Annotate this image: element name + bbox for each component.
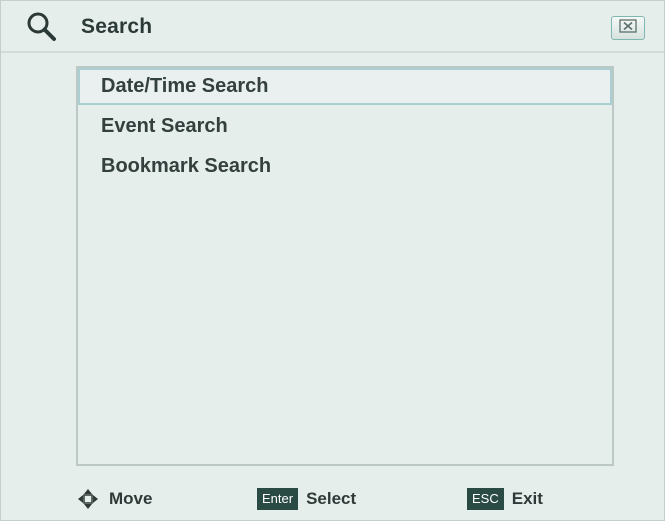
dialog-title: Search xyxy=(81,15,153,38)
menu-item-label: Date/Time Search xyxy=(101,75,269,97)
close-x-icon xyxy=(619,18,637,38)
menu-item-event-search[interactable]: Event Search xyxy=(78,108,612,145)
select-label: Select xyxy=(306,489,357,508)
four-way-arrow-icon xyxy=(77,488,99,510)
menu-item-date-time-search[interactable]: Date/Time Search xyxy=(78,68,612,105)
search-dialog: Search Date/Time Search Event Search Boo… xyxy=(0,0,665,521)
title-bar: Search xyxy=(1,1,664,53)
move-hint: Move xyxy=(77,488,152,510)
move-label: Move xyxy=(109,489,153,508)
menu-item-label: Bookmark Search xyxy=(101,155,272,177)
key-hint-bar: Move Enter Select ESC Exit xyxy=(1,476,664,520)
enter-key-badge: Enter xyxy=(257,488,299,510)
close-button[interactable] xyxy=(611,16,645,40)
menu-item-bookmark-search[interactable]: Bookmark Search xyxy=(78,148,612,185)
search-menu-list: Date/Time Search Event Search Bookmark S… xyxy=(76,66,614,466)
exit-hint: ESC Exit xyxy=(467,488,543,510)
exit-label: Exit xyxy=(511,489,543,508)
esc-key-badge: ESC xyxy=(467,488,504,510)
menu-item-label: Event Search xyxy=(101,115,228,137)
magnifier-icon xyxy=(25,10,59,44)
select-hint: Enter Select xyxy=(257,488,356,510)
